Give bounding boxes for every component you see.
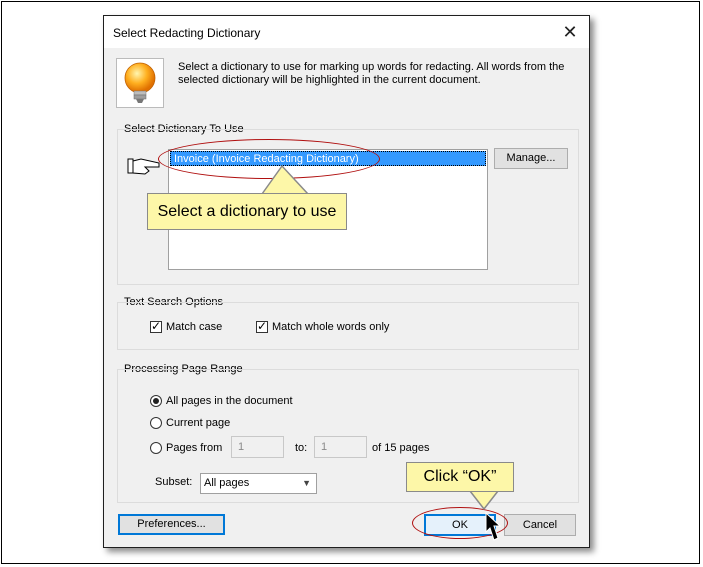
pointing-hand-icon bbox=[127, 158, 160, 175]
ok-callout: Click “OK” bbox=[406, 462, 514, 492]
callout-pointers bbox=[261, 164, 499, 511]
dictionary-callout: Select a dictionary to use bbox=[147, 193, 347, 230]
mouse-cursor-icon bbox=[485, 511, 501, 541]
